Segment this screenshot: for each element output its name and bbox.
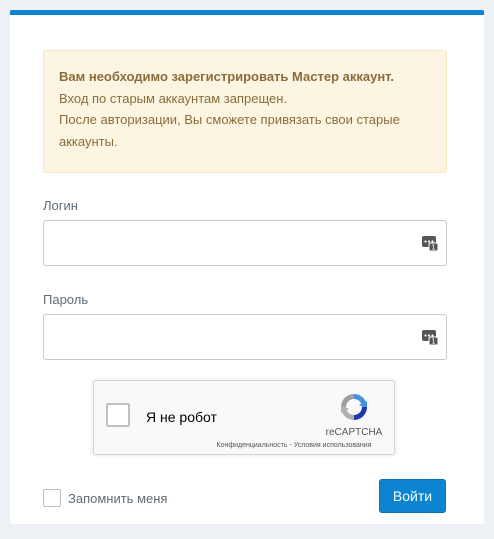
recaptcha-terms-link[interactable]: Конфиденциальность - Условия использован… [194,442,394,449]
alert-line-1: Вход по старым аккаунтам запрещен. [59,90,288,106]
alert-line-2: После авторизации, Вы сможете привязать … [59,112,400,127]
svg-text:1: 1 [431,338,435,345]
login-field-box: 1 [43,220,447,266]
password-field-box: 1 [43,314,447,360]
alert-line-3: аккаунты. [59,133,118,149]
recaptcha-checkbox[interactable] [106,403,130,427]
master-account-alert: Вам необходимо зарегистрировать Мастер а… [43,50,447,173]
svg-text:1: 1 [431,244,435,251]
login-label: Логин [43,198,78,213]
login-input[interactable] [44,221,414,265]
recaptcha-widget: Я не робот reCAPTCHA Конфиденциальность … [93,380,395,455]
remember-me-checkbox[interactable] [43,489,61,507]
remember-me-label[interactable]: Запомнить меня [68,491,167,506]
password-manager-icon[interactable]: 1 [422,235,438,251]
recaptcha-logo-icon [341,394,367,420]
alert-title: Вам необходимо зарегистрировать Мастер а… [59,69,395,84]
login-button[interactable]: Войти [379,479,446,513]
password-label: Пароль [43,292,89,307]
password-manager-icon[interactable]: 1 [422,329,438,345]
recaptcha-brand: reCAPTCHA [325,427,383,438]
recaptcha-label: Я не робот [146,409,217,425]
login-card: Вам необходимо зарегистрировать Мастер а… [10,10,484,524]
password-input[interactable] [44,315,414,359]
